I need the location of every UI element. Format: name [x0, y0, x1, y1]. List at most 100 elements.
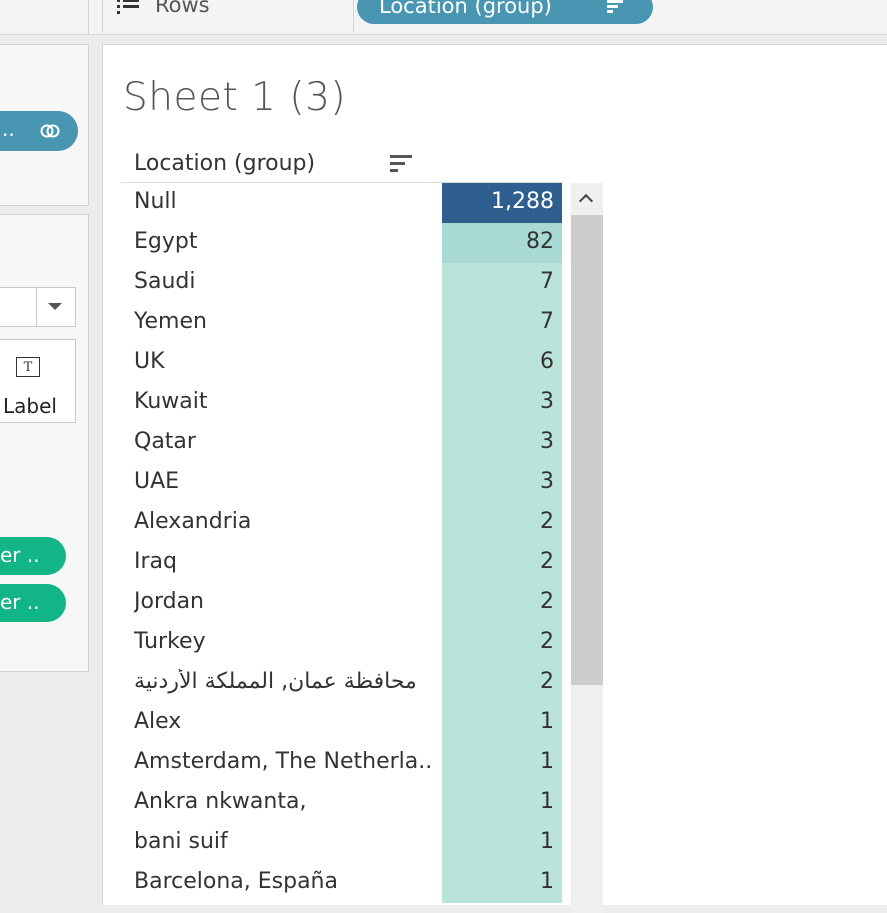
table-row[interactable]: Jordan 2 [121, 583, 563, 623]
cell-value: 2 [540, 549, 554, 574]
highlight-cell[interactable]: 1 [442, 783, 562, 823]
cell-value: 1,288 [491, 189, 554, 214]
table-row[interactable]: UK 6 [121, 343, 563, 383]
table-row[interactable]: bani suif 1 [121, 823, 563, 863]
measure-pill[interactable]: er .. [0, 584, 66, 622]
row-label: Jordan [134, 589, 204, 614]
table-row[interactable]: Alex 1 [121, 703, 563, 743]
highlight-cell[interactable]: 2 [442, 583, 562, 623]
sheet-title: Sheet 1 (3) [123, 75, 347, 120]
highlight-cell[interactable]: 3 [442, 423, 562, 463]
highlight-cell[interactable]: 1 [442, 703, 562, 743]
label-mark-label: Label [3, 394, 57, 418]
highlight-cell[interactable]: 6 [442, 343, 562, 383]
cell-value: 1 [540, 869, 554, 894]
row-label: Qatar [134, 429, 196, 454]
highlight-cell[interactable]: 2 [442, 663, 562, 703]
row-label: UAE [134, 469, 180, 494]
row-label: Barcelona, España [134, 869, 338, 894]
highlight-cell[interactable]: 1 [442, 823, 562, 863]
cell-value: 2 [540, 589, 554, 614]
cell-value: 3 [540, 469, 554, 494]
row-label: Iraq [134, 549, 177, 574]
text-label-icon: T [16, 357, 40, 377]
location-group-pill[interactable]: Location (group) [357, 0, 653, 24]
table-row[interactable]: Null 1,288 [121, 183, 563, 223]
highlight-cell[interactable]: 1 [442, 743, 562, 783]
table-row[interactable]: Yemen 7 [121, 303, 563, 343]
cell-value: 3 [540, 389, 554, 414]
table-row[interactable]: Kuwait 3 [121, 383, 563, 423]
table-row[interactable]: Amsterdam, The Netherla.. 1 [121, 743, 563, 783]
row-label: Amsterdam, The Netherla.. [134, 749, 433, 774]
rows-shelf[interactable]: Rows [102, 0, 354, 32]
rows-shelf-bar: Rows Location (group) [0, 0, 887, 35]
cell-value: 2 [540, 629, 554, 654]
label-mark-button[interactable]: T Label [0, 339, 76, 423]
sort-descending-icon[interactable] [607, 0, 623, 14]
highlight-cell[interactable]: 2 [442, 623, 562, 663]
chevron-down-icon[interactable] [48, 303, 62, 310]
vertical-scrollbar[interactable] [571, 183, 603, 913]
cell-value: 1 [540, 709, 554, 734]
row-label: Alex [134, 709, 182, 734]
measure-pill[interactable]: er .. [0, 537, 66, 575]
table-row[interactable]: Qatar 3 [121, 423, 563, 463]
cell-value: 2 [540, 669, 554, 694]
table-row[interactable]: Alexandria 2 [121, 503, 563, 543]
table-row[interactable]: Iraq 2 [121, 543, 563, 583]
table-row[interactable]: Ankra nkwanta, 1 [121, 783, 563, 823]
table-row[interactable]: UAE 3 [121, 463, 563, 503]
row-label: Ankra nkwanta, [134, 789, 307, 814]
table-row[interactable]: Barcelona, España 1 [121, 863, 563, 903]
cell-value: 3 [540, 429, 554, 454]
table-row[interactable]: محافظة عمان, المملكة الأردنية 2 [121, 663, 563, 703]
scrollbar-thumb[interactable] [571, 215, 603, 685]
shelf-left-panel [0, 0, 89, 34]
cell-value: 7 [540, 309, 554, 334]
chevron-up-icon [578, 193, 594, 209]
marks-card: T Label er .. er .. [0, 214, 89, 672]
row-label: محافظة عمان, المملكة الأردنية [134, 669, 417, 694]
highlight-cell[interactable]: 3 [442, 463, 562, 503]
highlight-cell[interactable]: 2 [442, 503, 562, 543]
location-group-pill-label: Location (group) [379, 0, 552, 18]
highlight-cell[interactable]: 1 [442, 863, 562, 903]
worksheet-view: Sheet 1 (3) Location (group) Null 1,288 Eg… [102, 44, 887, 913]
row-label: Egypt [134, 229, 198, 254]
row-label: Alexandria [134, 509, 252, 534]
rows-shelf-label: Rows [155, 0, 210, 17]
highlight-cell[interactable]: 3 [442, 383, 562, 423]
table-row[interactable]: Saudi 7 [121, 263, 563, 303]
highlight-cell[interactable]: 7 [442, 263, 562, 303]
highlight-cell[interactable]: 1,288 [442, 183, 562, 223]
rows-icon [117, 0, 139, 15]
row-label: Null [134, 189, 177, 214]
cell-value: 7 [540, 269, 554, 294]
highlight-cell[interactable]: 82 [442, 223, 562, 263]
link-icon [40, 124, 60, 138]
cell-value: 6 [540, 349, 554, 374]
cell-value: 1 [540, 789, 554, 814]
cell-value: 82 [526, 229, 554, 254]
row-label: Turkey [134, 629, 206, 654]
cell-value: 2 [540, 509, 554, 534]
highlight-cell[interactable]: 2 [442, 543, 562, 583]
table-row[interactable]: Egypt 82 [121, 223, 563, 263]
scroll-up-button[interactable] [571, 183, 603, 215]
data-pane: .. [0, 44, 89, 206]
data-source-pill-label: .. [2, 117, 15, 141]
mark-type-dropdown[interactable] [0, 287, 76, 327]
table-row[interactable]: Turkey 2 [121, 623, 563, 663]
row-label: Yemen [134, 309, 207, 334]
row-label: bani suif [134, 829, 228, 854]
sort-descending-icon[interactable] [390, 153, 412, 175]
data-source-pill[interactable]: .. [0, 111, 78, 151]
cell-value: 1 [540, 749, 554, 774]
row-label: Kuwait [134, 389, 208, 414]
measure-pill-label: er .. [0, 543, 40, 567]
column-header[interactable]: Location (group) [134, 151, 315, 176]
row-label: Saudi [134, 269, 196, 294]
highlight-cell[interactable]: 7 [442, 303, 562, 343]
measure-pill-label: er .. [0, 590, 40, 614]
